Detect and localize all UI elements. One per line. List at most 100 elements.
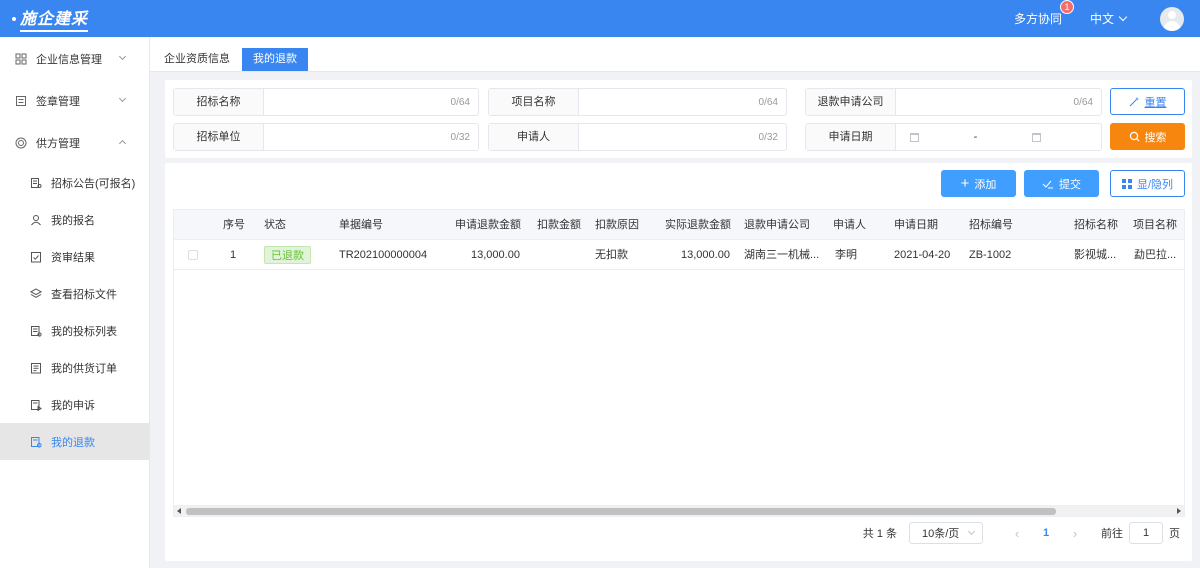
- page-number-current[interactable]: 1: [1031, 527, 1061, 539]
- scrollbar-thumb[interactable]: [186, 508, 1056, 515]
- sidebar-item-my-supply-orders[interactable]: 我的供货订单: [0, 349, 149, 386]
- th-bid-name: 招标名称: [1074, 219, 1118, 231]
- clipboard-check-icon: [30, 251, 42, 263]
- scroll-left-arrow-icon[interactable]: [177, 508, 181, 514]
- sidebar-item-my-bid-list[interactable]: 我的投标列表: [0, 312, 149, 349]
- scroll-right-arrow-icon[interactable]: [1177, 508, 1181, 514]
- page-size-select[interactable]: 10条/页: [909, 522, 983, 544]
- target-icon: [15, 137, 27, 149]
- sidebar-item-label: 我的申诉: [51, 399, 95, 412]
- cell-company: 湖南三一机械...: [744, 249, 820, 261]
- sidebar-group-label: 企业信息管理: [36, 54, 102, 66]
- field-label: 招标单位: [174, 124, 264, 150]
- notice-icon: [30, 177, 42, 189]
- bid-name-input[interactable]: [264, 89, 451, 115]
- sidebar-item-label: 我的退款: [51, 436, 95, 449]
- language-select[interactable]: 中文: [1089, 10, 1128, 27]
- field-bid-unit: 招标单位 0/32: [173, 123, 479, 151]
- sidebar-group-label: 签章管理: [36, 96, 80, 108]
- seal-icon: [15, 95, 27, 107]
- cell-status: 已退款: [264, 240, 311, 270]
- collab-label: 多方协同: [1013, 12, 1062, 26]
- sidebar-item-my-registration[interactable]: 我的报名: [0, 201, 149, 238]
- field-label: 申请日期: [806, 124, 896, 150]
- char-count: 0/64: [450, 96, 470, 108]
- tab-company-qualification[interactable]: 企业资质信息: [157, 48, 237, 71]
- applicant-input[interactable]: [579, 124, 759, 150]
- sidebar-item-qualification-result[interactable]: 资审结果: [0, 238, 149, 275]
- page-suffix: 页: [1169, 528, 1180, 540]
- cell-applicant: 李明: [835, 249, 857, 261]
- field-apply-date: 申请日期 -: [805, 123, 1102, 151]
- refund-company-input[interactable]: [896, 89, 1074, 115]
- th-bid-no: 招标编号: [969, 219, 1013, 231]
- submit-button[interactable]: 提交: [1024, 170, 1099, 197]
- total-count: 共 1 条: [862, 528, 897, 540]
- toggle-columns-button[interactable]: 显/隐列: [1110, 170, 1185, 197]
- cell-date: 2021-04-20: [894, 249, 951, 261]
- th-applicant: 申请人: [833, 219, 866, 231]
- sidebar-item-label: 我的投标列表: [51, 325, 117, 338]
- calendar-icon: [910, 132, 919, 142]
- tab-my-refunds[interactable]: 我的退款: [242, 48, 308, 71]
- sidebar-item-label: 我的报名: [51, 214, 95, 227]
- bid-unit-input[interactable]: [264, 124, 451, 150]
- date-range-picker[interactable]: -: [896, 131, 1101, 143]
- th-doc-no: 单据编号: [339, 219, 383, 231]
- search-button[interactable]: 搜索: [1110, 123, 1185, 150]
- logo[interactable]: 施企建采: [12, 5, 89, 32]
- field-label: 退款申请公司: [806, 89, 896, 115]
- columns-icon: [1121, 178, 1132, 189]
- th-deduct-reason: 扣款原因: [595, 219, 639, 231]
- goto-page-input[interactable]: 1: [1129, 522, 1163, 544]
- top-header: 施企建采 多方协同 1 中文: [0, 0, 1200, 37]
- sidebar-group-company-info[interactable]: 企业信息管理: [0, 38, 149, 80]
- prev-page-button[interactable]: ‹: [1003, 526, 1031, 541]
- cell-doc-no-link[interactable]: TR202100000004: [339, 240, 427, 270]
- status-badge: 已退款: [264, 246, 311, 264]
- search-panel: 招标名称 0/64 项目名称 0/64 退款申请公司 0/64 重置 招标单位 …: [165, 80, 1192, 158]
- sidebar-group-label: 供方管理: [36, 138, 80, 150]
- sidebar-item-my-refunds[interactable]: 我的退款: [0, 423, 149, 460]
- cell-index: 1: [230, 249, 237, 261]
- submit-label: 提交: [1059, 178, 1081, 191]
- sidebar-item-my-appeals[interactable]: 我的申诉: [0, 386, 149, 423]
- date-separator: -: [973, 131, 978, 143]
- reset-button[interactable]: 重置: [1110, 88, 1185, 115]
- plus-icon: +: [960, 175, 970, 192]
- add-button[interactable]: + 添加: [941, 170, 1016, 197]
- sidebar-group-seal[interactable]: 签章管理: [0, 80, 149, 122]
- logo-dot: [12, 16, 16, 21]
- cell-apply-amount: 13,000.00: [471, 249, 520, 261]
- search-icon: [1129, 131, 1139, 142]
- refund-table: 序号 状态 单据编号 申请退款金额 扣款金额 扣款原因 实际退款金额 退款申请公…: [173, 209, 1185, 517]
- sidebar-item-view-bid-docs[interactable]: 查看招标文件: [0, 275, 149, 312]
- field-label: 项目名称: [489, 89, 579, 115]
- cell-deduct-reason: 无扣款: [595, 249, 628, 261]
- layers-icon: [30, 287, 42, 300]
- avatar[interactable]: [1160, 6, 1184, 31]
- horizontal-scrollbar[interactable]: [174, 505, 1184, 516]
- table-header: 序号 状态 单据编号 申请退款金额 扣款金额 扣款原因 实际退款金额 退款申请公…: [174, 210, 1184, 240]
- project-name-input[interactable]: [579, 89, 759, 115]
- appeal-icon: [30, 399, 42, 411]
- sidebar-group-supplier[interactable]: 供方管理: [0, 122, 149, 164]
- refund-icon: [30, 436, 42, 448]
- collab-button[interactable]: 多方协同 1: [1013, 0, 1074, 27]
- th-apply-amount: 申请退款金额: [455, 219, 521, 231]
- chevron-down-icon: [1118, 12, 1128, 21]
- field-refund-company: 退款申请公司 0/64: [805, 88, 1102, 116]
- sidebar-item-label: 招标公告(可报名): [51, 177, 136, 190]
- char-count: 0/32: [758, 131, 778, 143]
- cell-actual-amount: 13,000.00: [681, 249, 730, 261]
- th-deduct-amount: 扣款金额: [537, 219, 581, 231]
- row-checkbox[interactable]: [188, 250, 198, 260]
- sidebar-item-bid-notice[interactable]: 招标公告(可报名): [0, 164, 149, 201]
- next-page-button[interactable]: ›: [1061, 526, 1089, 541]
- table-panel: + 添加 提交 显/隐列 序号 状态 单据编号 申请退款金额 扣款金额 扣款原因…: [165, 163, 1192, 561]
- th-project-name: 项目名称: [1133, 219, 1177, 231]
- chevron-up-icon: [118, 139, 127, 148]
- field-project-name: 项目名称 0/64: [488, 88, 787, 116]
- language-label: 中文: [1089, 12, 1114, 26]
- table-row[interactable]: 1 已退款 TR202100000004 13,000.00 无扣款 13,00…: [174, 240, 1184, 270]
